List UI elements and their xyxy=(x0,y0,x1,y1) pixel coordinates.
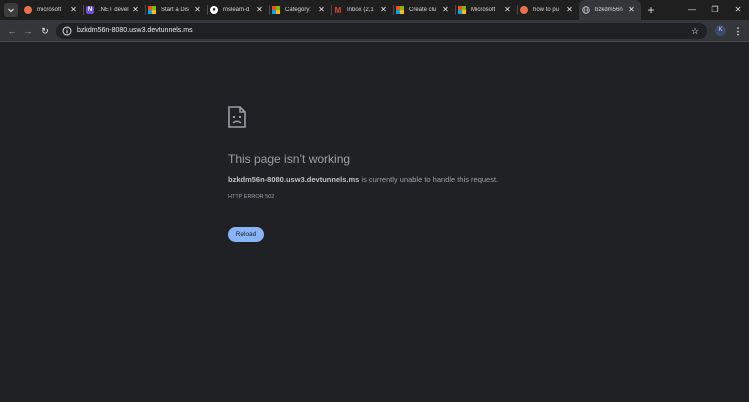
tab-bzkdm56n[interactable]: bzkdm56n ✕ xyxy=(579,0,641,20)
microsoft-logo-icon xyxy=(396,6,404,14)
tab-how-to[interactable]: how to pu ✕ xyxy=(517,0,579,20)
address-url[interactable]: bzkdm56n-8080.usw3.devtunnels.ms xyxy=(77,23,193,39)
microsoft-logo-icon xyxy=(272,6,280,14)
globe-icon xyxy=(582,6,590,14)
error-host: bzkdm56n-8080.usw3.devtunnels.ms xyxy=(228,175,360,184)
dotnet-icon: N xyxy=(86,6,94,14)
microsoft-logo-icon xyxy=(458,6,466,14)
tab-microsoft-2[interactable]: Microsoft ✕ xyxy=(455,0,517,20)
tab-inbox[interactable]: M Inbox (2,1 ✕ xyxy=(331,0,393,20)
tab-title: microsoft xyxy=(37,7,62,13)
tab-start-a-discussion[interactable]: Start a Dis ✕ xyxy=(145,0,207,20)
reload-page-button[interactable]: ↻ xyxy=(38,24,52,38)
tab-dotnet[interactable]: N .NET devel ✕ xyxy=(83,0,145,20)
close-icon[interactable]: ✕ xyxy=(440,4,451,15)
gmail-icon: M xyxy=(334,5,342,15)
tab-search-button[interactable] xyxy=(4,3,18,17)
tab-title: Create clu xyxy=(409,7,437,13)
close-icon[interactable]: ✕ xyxy=(254,4,265,15)
minimize-button[interactable]: — xyxy=(681,0,703,20)
close-icon[interactable]: ✕ xyxy=(378,4,389,15)
tab-title: Category: xyxy=(285,7,312,13)
github-icon: ● xyxy=(210,6,218,14)
tab-strip: microsoft ✕ N .NET devel ✕ Start a Dis ✕… xyxy=(0,0,749,20)
browser-toolbar: ← → ↻ bzkdm56n-8080.usw3.devtunnels.ms ☆… xyxy=(0,20,749,42)
bookmark-star-icon[interactable]: ☆ xyxy=(691,23,699,39)
tab-title: Microsoft xyxy=(471,7,496,13)
close-icon[interactable]: ✕ xyxy=(502,4,513,15)
chevron-down-icon xyxy=(8,8,14,13)
recipe-round-icon xyxy=(24,6,32,14)
tab-title: Inbox (2,1 xyxy=(347,7,374,13)
site-info-icon[interactable] xyxy=(62,26,72,36)
restore-button[interactable]: ❐ xyxy=(704,0,726,20)
close-icon[interactable]: ✕ xyxy=(68,4,79,15)
close-window-button[interactable]: ✕ xyxy=(727,0,749,20)
tab-list: microsoft ✕ N .NET devel ✕ Start a Dis ✕… xyxy=(21,0,641,20)
tab-create-cluster[interactable]: Create clu ✕ xyxy=(393,0,455,20)
tab-title: bzkdm56n xyxy=(595,7,623,13)
new-tab-button[interactable]: + xyxy=(644,3,658,17)
forward-button[interactable]: → xyxy=(21,24,35,38)
error-code: HTTP ERROR 502 xyxy=(228,194,275,200)
close-icon[interactable]: ✕ xyxy=(316,4,327,15)
browser-menu-icon[interactable]: ⋮ xyxy=(733,24,743,38)
tab-title: Start a Dis xyxy=(161,7,190,13)
error-message: is currently unable to handle this reque… xyxy=(359,175,499,184)
close-icon[interactable]: ✕ xyxy=(564,4,575,15)
error-description: bzkdm56n-8080.usw3.devtunnels.ms is curr… xyxy=(228,175,498,184)
tab-title: how to pu xyxy=(533,7,560,13)
sad-page-icon xyxy=(228,106,246,128)
close-icon[interactable]: ✕ xyxy=(192,4,203,15)
close-icon[interactable]: ✕ xyxy=(626,4,637,15)
tab-microsoft[interactable]: microsoft ✕ xyxy=(21,0,83,20)
error-title: This page isn’t working xyxy=(228,152,351,166)
microsoft-logo-icon xyxy=(148,6,156,14)
tab-title: .NET devel xyxy=(99,7,129,13)
tab-category[interactable]: Category: ✕ xyxy=(269,0,331,20)
close-icon[interactable]: ✕ xyxy=(130,4,141,15)
back-button[interactable]: ← xyxy=(5,24,19,38)
recipe-round-icon xyxy=(520,6,528,14)
reload-button[interactable]: Reload xyxy=(228,227,264,242)
profile-avatar[interactable]: K xyxy=(715,25,726,36)
tab-github[interactable]: ● msleam-d ✕ xyxy=(207,0,269,20)
tab-title: msleam-d xyxy=(223,7,250,13)
address-bar[interactable]: bzkdm56n-8080.usw3.devtunnels.ms ☆ xyxy=(56,23,707,39)
